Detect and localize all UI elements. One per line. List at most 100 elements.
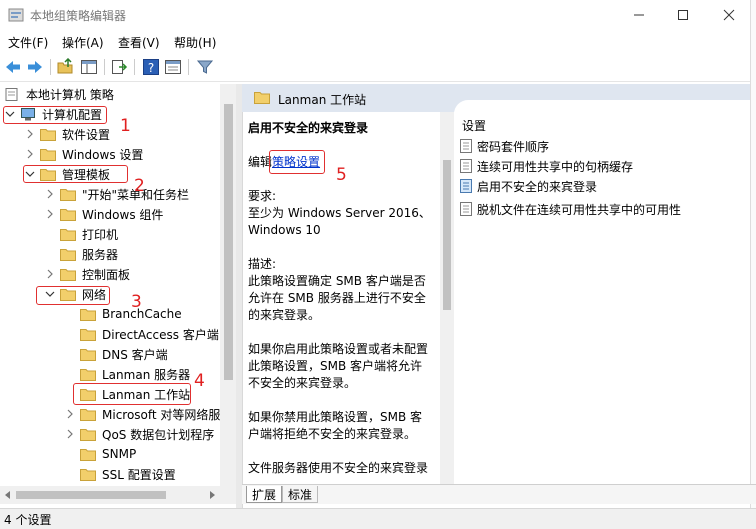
tree-label: 软件设置 [62,127,111,142]
tree-vertical-scroll-thumb[interactable] [224,104,233,380]
policy-setting-icon [460,139,472,153]
forward-icon[interactable] [26,58,44,76]
menu-help[interactable]: 帮助(H) [174,34,216,51]
tab-standard[interactable]: 标准 [282,486,319,503]
folder-icon [80,368,96,381]
folder-icon [80,308,96,321]
setting-row[interactable]: 脱机文件在连续可用性共享中的可用性 [460,200,681,218]
view-tabs-bar [242,484,756,504]
annotation-box [36,286,110,305]
filter-icon[interactable] [196,58,214,76]
requirements-text: 至少为 Windows Server 2016、Windows 10 [248,206,431,237]
annotation-number: 1 [120,116,131,136]
settings-column-header[interactable]: 设置 [462,117,486,134]
tree-item-start-menu[interactable]: "开始"菜单和任务栏 [44,184,189,204]
description-scroll-thumb[interactable] [443,160,451,310]
chevron-right-icon[interactable] [64,428,76,440]
toolbar: ? [0,54,756,82]
description-paragraph: 文件服务器使用不安全的来宾登录 [248,461,429,475]
status-text: 4 个设置 [4,513,52,527]
setting-row-selected[interactable]: 启用不安全的来宾登录 [460,177,597,195]
folder-icon [60,248,76,261]
tree-horizontal-scroll-thumb[interactable] [16,491,166,499]
export-list-icon[interactable] [110,58,128,76]
chevron-right-icon[interactable] [24,148,36,160]
tree-item-windows-settings[interactable]: Windows 设置 [24,144,143,164]
annotation-number: 2 [134,176,145,196]
show-hide-tree-icon[interactable] [80,58,98,76]
policy-setting-icon [460,159,472,173]
setting-row[interactable]: 连续可用性共享中的句柄缓存 [460,157,633,175]
menu-file[interactable]: 文件(F) [8,34,48,51]
tree-item-qos[interactable]: QoS 数据包计划程序 [64,424,214,444]
tree-label: 服务器 [82,247,119,262]
svg-text:?: ? [148,61,154,75]
toolbar-separator [50,59,51,75]
maximize-icon [678,10,688,20]
properties-view-icon[interactable] [164,58,182,76]
tree-label: Windows 组件 [82,207,164,222]
description-label: 描述: [248,257,277,271]
tree-label: SNMP [102,447,137,461]
tree-item-software-settings[interactable]: 软件设置 [24,124,110,144]
tree-label: SSL 配置设置 [102,467,176,482]
chevron-right-icon[interactable] [24,128,36,140]
tree-label: DirectAccess 客户端 [102,327,219,342]
folder-icon [254,92,270,104]
tree-item-server[interactable]: 服务器 [60,244,118,264]
tree-label: 控制面板 [82,267,131,282]
setting-label: 启用不安全的来宾登录 [477,179,598,194]
chevron-right-icon[interactable] [44,268,56,280]
annotation-box [23,165,128,183]
tree-item-dns-client[interactable]: DNS 客户端 [80,344,168,364]
folder-icon [80,448,96,461]
minimize-button[interactable] [616,0,662,30]
tree-label: QoS 数据包计划程序 [102,427,215,442]
tree-item-microsoft-p2p[interactable]: Microsoft 对等网络服 [64,404,220,424]
back-icon[interactable] [4,58,22,76]
close-button[interactable] [706,0,752,30]
description-paragraph: 如果你启用此策略设置或者未配置此策略设置，SMB 客户端将允许不安全的来宾登录。 [248,342,429,390]
folder-icon [60,268,76,281]
annotation-number: 3 [131,292,142,312]
help-icon[interactable]: ? [142,58,160,76]
tree-label: Microsoft 对等网络服 [102,407,221,422]
window-edge [750,0,756,529]
setting-label: 脱机文件在连续可用性共享中的可用性 [477,202,682,217]
folder-icon [80,428,96,441]
setting-row[interactable]: 密码套件顺序 [460,137,549,155]
chevron-right-icon[interactable] [64,408,76,420]
maximize-button[interactable] [660,0,706,30]
tree-item-directaccess[interactable]: DirectAccess 客户端 [80,324,219,344]
chevron-right-icon[interactable] [44,208,56,220]
scroll-right-icon[interactable] [208,491,216,499]
chevron-right-icon[interactable] [44,188,56,200]
folder-icon [80,328,96,341]
status-bar [0,508,756,529]
annotation-box [3,106,107,124]
folder-icon [60,228,76,241]
description-title: 启用不安全的来宾登录 [248,121,369,135]
title-bar: 本地组策略编辑器 [0,0,756,30]
scroll-left-icon[interactable] [4,491,12,499]
annotation-number: 4 [194,371,205,391]
annotation-box [73,383,191,405]
tree-item-windows-components[interactable]: Windows 组件 [44,204,163,224]
tree-item-ssl[interactable]: SSL 配置设置 [80,464,176,484]
menu-action[interactable]: 操作(A) [62,34,104,51]
tree-item-control-panel[interactable]: 控制面板 [44,264,130,284]
tree-label: 本地计算机 策略 [26,87,114,102]
tree-item-root[interactable]: 本地计算机 策略 [4,84,114,104]
requirements-label: 要求: [248,189,277,203]
toolbar-separator [104,59,105,75]
tab-expanded[interactable]: 扩展 [246,486,283,503]
up-folder-icon[interactable] [56,58,74,76]
tree-item-lanman-server[interactable]: Lanman 服务器 [80,364,190,384]
setting-label: 连续可用性共享中的句柄缓存 [477,159,634,174]
menu-view[interactable]: 查看(V) [118,34,160,51]
tree-item-snmp[interactable]: SNMP [80,444,136,464]
tree-item-printers[interactable]: 打印机 [60,224,118,244]
description-paragraph: 此策略设置确定 SMB 客户端是否允许在 SMB 服务器上进行不安全的来宾登录。 [248,274,426,322]
annotation-box [269,150,325,174]
policy-document-icon [5,87,18,101]
